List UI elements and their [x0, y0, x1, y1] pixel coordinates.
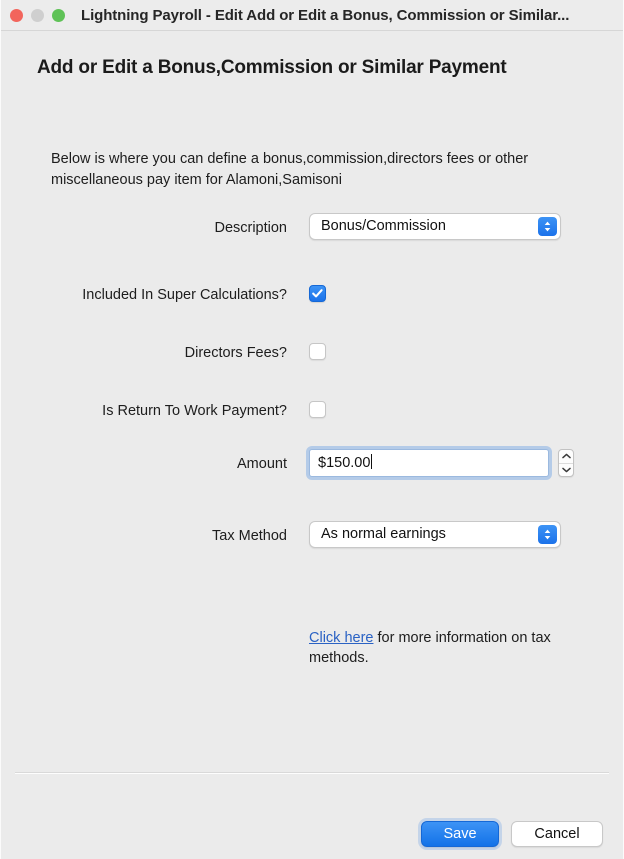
app-window: Lightning Payroll - Edit Add or Edit a B…	[0, 0, 624, 859]
traffic-light-group	[1, 8, 65, 22]
stepper-decrement-button[interactable]	[559, 464, 573, 477]
checkmark-icon	[312, 289, 323, 298]
page-title: Add or Edit a Bonus,Commission or Simila…	[37, 57, 507, 78]
amount-control: $150.00	[309, 449, 574, 477]
amount-stepper[interactable]	[558, 449, 574, 477]
minimize-window-icon[interactable]	[31, 8, 44, 22]
included-in-super-checkbox[interactable]	[309, 285, 326, 302]
form-row-included-in-super: Included In Super Calculations?	[1, 280, 623, 310]
return-to-work-label: Is Return To Work Payment?	[102, 403, 287, 419]
form-row-tax-method: Tax Method As normal earnings	[1, 521, 623, 551]
tax-method-control: As normal earnings	[309, 521, 561, 548]
included-in-super-label: Included In Super Calculations?	[82, 287, 287, 303]
tax-method-label: Tax Method	[212, 528, 287, 544]
amount-label: Amount	[237, 456, 287, 472]
directors-fees-control	[309, 338, 326, 360]
tax-method-help-link[interactable]: Click here	[309, 630, 373, 646]
form-row-description: Description Bonus/Commission	[1, 213, 623, 243]
close-window-icon[interactable]	[10, 8, 23, 22]
included-in-super-control	[309, 280, 326, 302]
window-titlebar: Lightning Payroll - Edit Add or Edit a B…	[1, 0, 623, 31]
tax-method-help-text: Click here for more information on tax m…	[309, 628, 569, 668]
chevron-up-icon	[561, 453, 571, 459]
chevron-up-down-icon	[538, 525, 557, 544]
cancel-button[interactable]: Cancel	[511, 821, 603, 847]
description-select-value: Bonus/Commission	[321, 218, 446, 234]
form-row-directors-fees: Directors Fees?	[1, 338, 623, 368]
tax-method-select-value: As normal earnings	[321, 526, 446, 542]
return-to-work-checkbox[interactable]	[309, 401, 326, 418]
stepper-increment-button[interactable]	[559, 450, 573, 464]
description-label: Description	[214, 220, 287, 236]
form-row-return-to-work: Is Return To Work Payment?	[1, 396, 623, 426]
save-button[interactable]: Save	[421, 821, 499, 847]
intro-text: Below is where you can define a bonus,co…	[51, 151, 529, 188]
directors-fees-label: Directors Fees?	[184, 345, 287, 361]
footer-button-group: Save Cancel	[421, 821, 603, 847]
window-title: Lightning Payroll - Edit Add or Edit a B…	[81, 6, 570, 24]
tax-method-select[interactable]: As normal earnings	[309, 521, 561, 548]
description-select[interactable]: Bonus/Commission	[309, 213, 561, 240]
form-row-amount: Amount $150.00	[1, 449, 623, 479]
directors-fees-checkbox[interactable]	[309, 343, 326, 360]
dialog-content: Add or Edit a Bonus,Commission or Simila…	[1, 31, 623, 859]
chevron-down-icon	[561, 467, 571, 473]
chevron-up-down-icon	[538, 217, 557, 236]
footer-separator	[15, 772, 609, 774]
description-control: Bonus/Commission	[309, 213, 561, 240]
return-to-work-control	[309, 396, 326, 418]
text-caret	[371, 454, 373, 469]
amount-input-value: $150.00	[318, 454, 373, 471]
amount-input[interactable]: $150.00	[309, 449, 549, 477]
zoom-window-icon[interactable]	[52, 8, 65, 22]
